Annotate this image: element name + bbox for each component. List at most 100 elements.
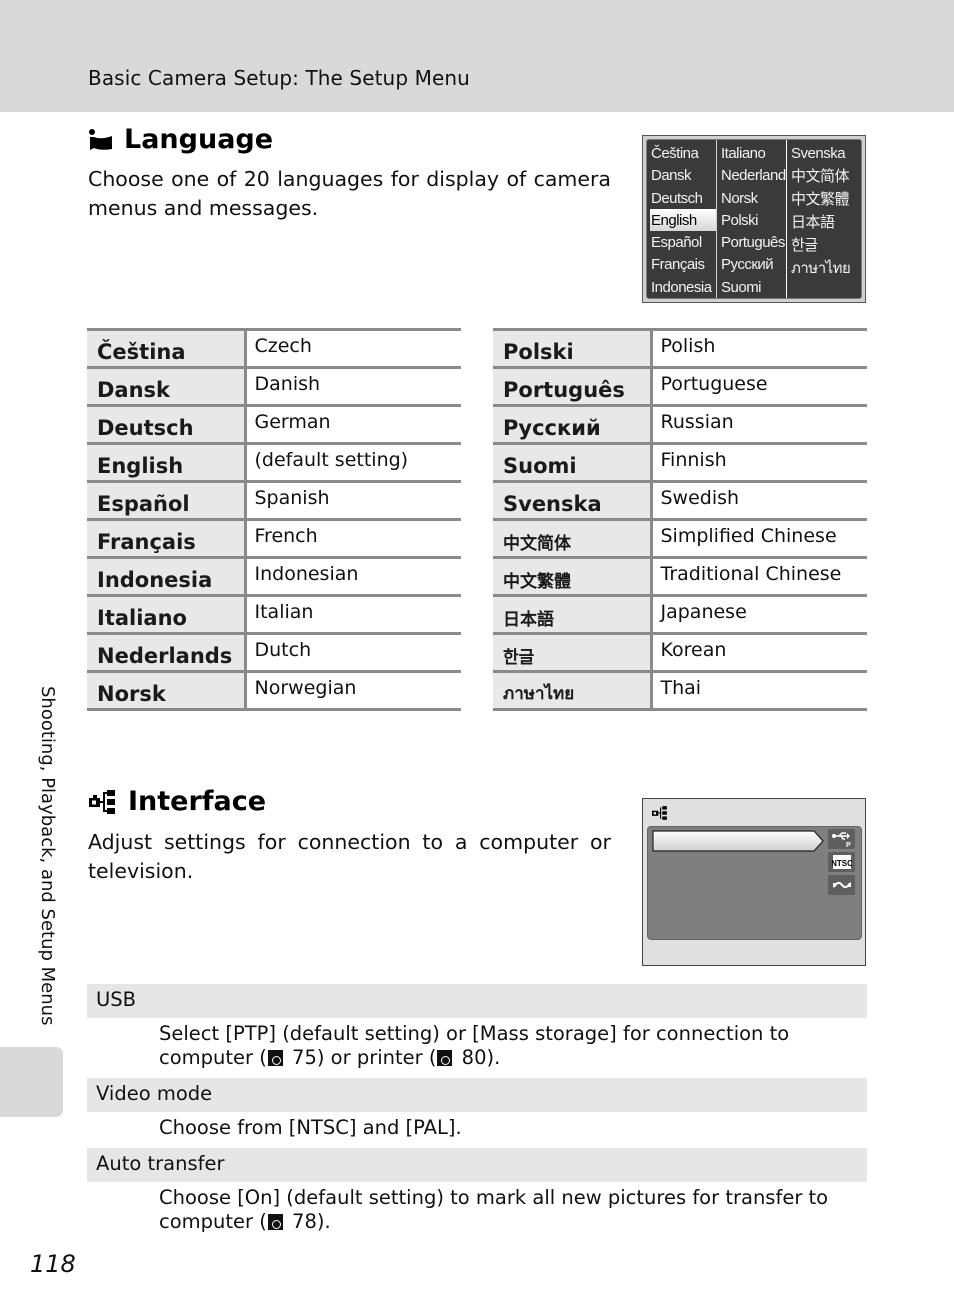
native-name: Nederlands (87, 632, 247, 672)
screen-lang-item[interactable]: 한글 (787, 234, 863, 257)
screen-lang-item[interactable]: Deutsch (647, 187, 716, 209)
language-screen-column-3: Svenska 中文简体 中文繁體 日本語 한글 ภาษาไทย (787, 140, 863, 298)
native-name: English (87, 442, 247, 482)
header-title: Basic Camera Setup: The Setup Menu (88, 66, 470, 90)
header-band: Basic Camera Setup: The Setup Menu (0, 0, 954, 112)
english-name: Swedish (651, 480, 867, 520)
video-mode-button[interactable]: NTSC (828, 852, 855, 872)
screen-lang-item[interactable]: Nederlands (717, 164, 786, 186)
option-usb-header: USB (87, 984, 867, 1018)
screen-lang-item-selected[interactable]: English (650, 208, 716, 232)
screen-lang-item[interactable]: Italiano (717, 142, 786, 164)
english-name: Spanish (245, 480, 461, 520)
table-row: 中文简体 Simplified Chinese (493, 518, 867, 558)
native-name: Italiano (87, 594, 247, 634)
table-row: 日本語 Japanese (493, 594, 867, 634)
interface-icon (89, 789, 115, 814)
native-name: Dansk (87, 366, 247, 406)
table-row: Nederlands Dutch (87, 632, 461, 672)
native-name: Français (87, 518, 247, 558)
language-title-text: Language (124, 124, 274, 155)
language-screen-column-1: Čeština Dansk Deutsch English Español Fr… (647, 140, 717, 298)
language-description: Choose one of 20 languages for display o… (88, 167, 611, 220)
native-name: Svenska (493, 480, 653, 520)
option-text: Choose [On] (default setting) to mark al… (159, 1186, 829, 1233)
interface-selection-bar[interactable] (652, 830, 824, 852)
language-table-right: Polski Polish Português Portuguese Русский… (493, 328, 867, 711)
screen-lang-item[interactable]: Español (647, 231, 716, 253)
option-text: Choose from [NTSC] and [PAL]. (159, 1116, 462, 1139)
language-screen-column-2: Italiano Nederlands Norsk Polski Portugu… (717, 140, 787, 298)
table-row: Norsk Norwegian (87, 670, 461, 711)
screen-lang-item[interactable]: Dansk (647, 164, 716, 186)
screen-lang-item[interactable]: Svenska (787, 142, 863, 165)
auto-transfer-button[interactable] (828, 875, 855, 895)
english-name: Norwegian (245, 670, 461, 711)
screen-lang-item[interactable]: 中文繁體 (787, 188, 863, 211)
table-row: English (default setting) (87, 442, 461, 482)
screen-lang-item[interactable]: ภาษาไทย (787, 257, 863, 280)
native-name: 中文简体 (493, 518, 653, 558)
page-reference-icon (267, 1050, 283, 1066)
native-name: Indonesia (87, 556, 247, 596)
screen-lang-item[interactable]: 日本語 (787, 211, 863, 234)
native-name: Español (87, 480, 247, 520)
auto-transfer-icon (832, 881, 851, 889)
native-name: Čeština (87, 328, 247, 368)
side-tab (0, 1047, 63, 1117)
option-usb-description: Select [PTP] (default setting) or [Mass … (159, 1022, 864, 1070)
table-row: Français French (87, 518, 461, 558)
english-name: Italian (245, 594, 461, 634)
native-name: Português (493, 366, 653, 406)
language-title: Language (88, 124, 273, 155)
table-row: Suomi Finnish (493, 442, 867, 482)
screen-lang-item[interactable]: Français (647, 253, 716, 275)
side-tab-label: Shooting, Playback, and Setup Menus (37, 686, 58, 1026)
page-reference-icon (267, 1214, 283, 1230)
native-name: Deutsch (87, 404, 247, 444)
usb-ptp-icon: P (831, 831, 851, 848)
option-video-mode-description: Choose from [NTSC] and [PAL]. (159, 1116, 864, 1140)
english-name: Portuguese (651, 366, 867, 406)
screen-lang-item[interactable]: 中文简体 (787, 165, 863, 188)
native-name: 中文繁體 (493, 556, 653, 596)
language-table-left: Čeština Czech Dansk Danish Deutsch German E… (87, 328, 461, 711)
native-name: Русский (493, 404, 653, 444)
english-name: French (245, 518, 461, 558)
native-name: 日本語 (493, 594, 653, 634)
table-row: 中文繁體 Traditional Chinese (493, 556, 867, 596)
native-name: Norsk (87, 670, 247, 711)
interface-screen-icon (652, 806, 667, 820)
english-name: Korean (651, 632, 867, 672)
table-row: Čeština Czech (87, 328, 461, 368)
ptp-label: P (846, 842, 851, 848)
ntsc-label: NTSC (832, 859, 852, 868)
screen-lang-item[interactable]: Русский (717, 253, 786, 275)
english-name: Czech (245, 328, 461, 368)
screen-lang-item[interactable]: Polski (717, 209, 786, 231)
screen-lang-item[interactable]: Português (717, 231, 786, 253)
screen-lang-item[interactable]: Čeština (647, 142, 716, 164)
screen-lang-item[interactable]: Indonesia (647, 276, 716, 298)
ntsc-icon: NTSC (832, 855, 852, 869)
interface-description: Adjust settings for connection to a comp… (88, 830, 611, 883)
screen-lang-item[interactable]: Norsk (717, 187, 786, 209)
option-text: 80). (455, 1046, 501, 1069)
english-name: Simplified Chinese (651, 518, 867, 558)
native-name: Suomi (493, 442, 653, 482)
option-video-mode-header: Video mode (87, 1078, 867, 1112)
table-row: Dansk Danish (87, 366, 461, 406)
english-name: Danish (245, 366, 461, 406)
native-name: 한글 (493, 632, 653, 672)
screen-lang-item[interactable]: Suomi (717, 276, 786, 298)
english-name: Russian (651, 404, 867, 444)
table-row: 한글 Korean (493, 632, 867, 672)
option-auto-transfer-description: Choose [On] (default setting) to mark al… (159, 1186, 864, 1234)
table-row: Deutsch German (87, 404, 461, 444)
language-icon (89, 128, 112, 150)
usb-ptp-button[interactable]: P (828, 829, 855, 849)
english-name: Indonesian (245, 556, 461, 596)
table-row: Italiano Italian (87, 594, 461, 634)
language-screen: Čeština Dansk Deutsch English Español Fr… (642, 135, 866, 303)
interface-screen-panel: P NTSC (647, 826, 862, 940)
